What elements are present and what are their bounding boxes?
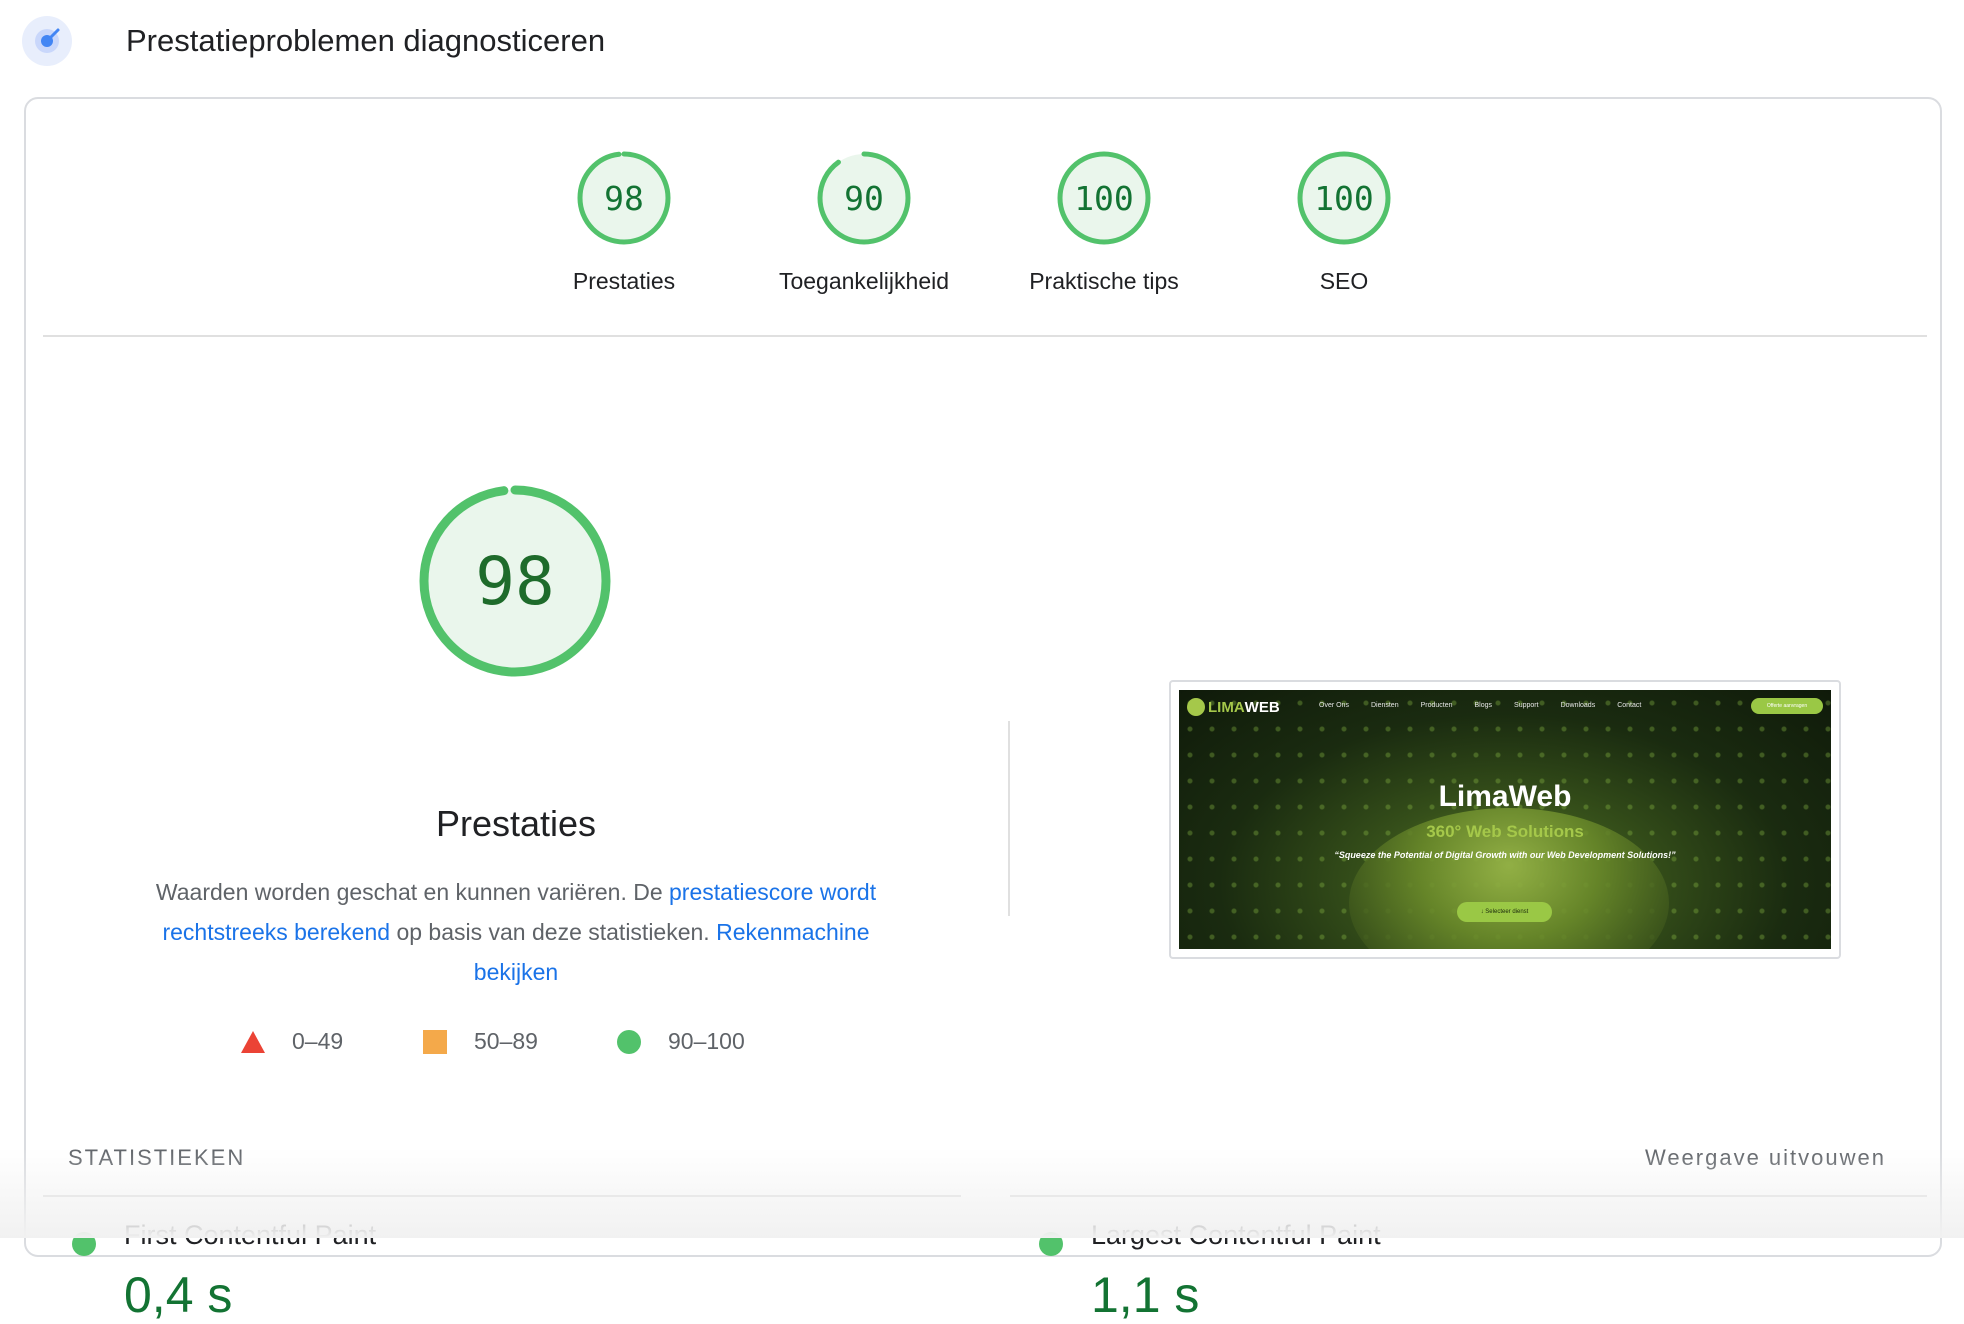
vertical-divider xyxy=(1008,721,1010,916)
legend-fail: 0–49 xyxy=(240,1028,343,1055)
lighthouse-gauge-icon xyxy=(22,16,72,66)
legend-range: 50–89 xyxy=(474,1028,538,1054)
gauge-ring-icon: 90 xyxy=(817,151,911,245)
description-text: Waarden worden geschat en kunnen variëre… xyxy=(155,879,670,905)
gauge-seo[interactable]: 100 SEO xyxy=(1224,148,1464,295)
metric-value: 0,4 s xyxy=(124,1267,233,1323)
divider xyxy=(1010,1195,1927,1197)
gauge-score: 90 xyxy=(844,179,884,218)
legend-pass: 90–100 xyxy=(616,1028,745,1055)
final-screenshot[interactable]: LIMA WEB Over Ons Diensten Producten Blog… xyxy=(1169,680,1841,959)
report-card: 98 Prestaties 90 Toegankelijkheid 100 Pr… xyxy=(24,97,1942,1323)
metric-label: Largest Contentful Paint xyxy=(1091,1220,1381,1250)
gauge-performance[interactable]: 98 Prestaties xyxy=(504,148,744,295)
site-logo: LIMA WEB xyxy=(1187,698,1280,716)
gauge-ring-icon: 100 xyxy=(1057,151,1151,245)
gauge-score: 100 xyxy=(1074,179,1134,218)
site-nav: Over Ons Diensten Producten Blogs Suppor… xyxy=(1319,702,1642,709)
metrics-heading: STATISTIEKEN xyxy=(68,1145,246,1170)
legend-range: 90–100 xyxy=(668,1028,745,1054)
gauge-label: Prestaties xyxy=(572,268,676,294)
performance-description: Waarden worden geschat en kunnen variëre… xyxy=(126,872,906,992)
performance-title: Prestaties xyxy=(435,803,597,844)
performance-gauge: 98 xyxy=(392,481,638,686)
description-text: op basis van deze statistieken. xyxy=(390,919,717,945)
page-header: Prestatieproblemen diagnosticeren xyxy=(22,16,605,66)
gauge-label: Praktische tips xyxy=(1029,268,1179,294)
page-title: Prestatieproblemen diagnosticeren xyxy=(126,23,606,58)
gauge-ring-icon: 100 xyxy=(1297,151,1391,245)
site-button: ↓ Selecteer dienst xyxy=(1457,902,1552,922)
gauge-ring-icon: 98 xyxy=(419,485,611,677)
lime-logo-icon xyxy=(1187,698,1205,716)
site-cta: Offerte aanvragen xyxy=(1751,698,1823,714)
page-screenshot-image: LIMA WEB Over Ons Diensten Producten Blog… xyxy=(1179,690,1831,949)
gauge-label: SEO xyxy=(1319,268,1369,294)
legend-range: 0–49 xyxy=(292,1028,344,1054)
site-headline: LimaWeb xyxy=(1438,780,1572,813)
performance-score: 98 xyxy=(475,543,554,620)
green-circle-icon xyxy=(617,1029,641,1054)
gauge-ring-icon: 98 xyxy=(577,151,671,245)
green-circle-icon xyxy=(72,1232,96,1256)
site-quote: “Squeeze the Potential of Digital Growth… xyxy=(1334,850,1676,860)
gauge-label: Toegankelijkheid xyxy=(778,268,950,294)
metric-value: 1,1 s xyxy=(1091,1267,1200,1323)
category-gauges: 98 Prestaties 90 Toegankelijkheid 100 Pr… xyxy=(26,148,1940,338)
red-triangle-icon xyxy=(241,1030,265,1053)
metric-label: First Contentful Paint xyxy=(124,1220,377,1250)
gauge-accessibility[interactable]: 90 Toegankelijkheid xyxy=(744,148,984,295)
legend-average: 50–89 xyxy=(422,1028,538,1055)
gauge-score: 98 xyxy=(604,179,644,218)
orange-square-icon xyxy=(423,1029,447,1054)
gauge-best-practices[interactable]: 100 Praktische tips xyxy=(984,148,1224,295)
green-circle-icon xyxy=(1039,1232,1063,1256)
site-subheadline: 360° Web Solutions xyxy=(1426,822,1584,841)
divider xyxy=(43,1195,961,1197)
gauge-score: 100 xyxy=(1314,179,1374,218)
divider xyxy=(43,335,1927,337)
expand-view-toggle[interactable]: Weergave uitvouwen xyxy=(1645,1145,1886,1171)
